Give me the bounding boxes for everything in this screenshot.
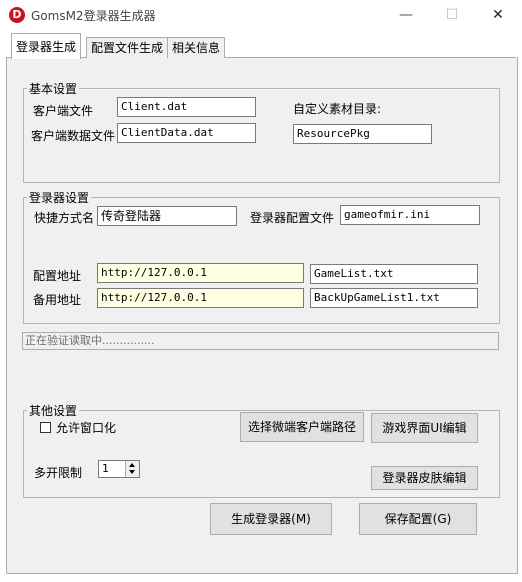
- allow-window-label: 允许窗口化: [56, 421, 117, 435]
- other-settings-legend: 其他设置: [29, 404, 78, 418]
- backup-address-input[interactable]: http://127.0.0.1: [97, 288, 304, 308]
- client-data-input[interactable]: ClientData.dat: [117, 123, 256, 143]
- tab-config-generate[interactable]: 配置文件生成: [86, 37, 169, 58]
- backup-address-label: 备用地址: [33, 293, 82, 307]
- allow-window-checkbox[interactable]: [40, 422, 51, 433]
- multi-open-value: 1: [102, 462, 109, 475]
- shortcut-name-input[interactable]: 传奇登陆器: [97, 206, 237, 226]
- minimize-button[interactable]: —: [383, 0, 429, 30]
- config-address-input[interactable]: http://127.0.0.1: [97, 263, 304, 283]
- stepper-arrows[interactable]: [125, 461, 139, 477]
- multi-open-label: 多开限制: [34, 466, 83, 480]
- launcher-config-label: 登录器配置文件: [250, 211, 335, 225]
- status-field: 正在验证读取中...............: [22, 332, 499, 350]
- tab-launcher-generate[interactable]: 登录器生成: [11, 33, 82, 59]
- custom-dir-label: 自定义素材目录:: [293, 102, 382, 116]
- client-file-input[interactable]: Client.dat: [117, 97, 256, 117]
- save-config-button[interactable]: 保存配置(G): [359, 503, 477, 535]
- close-button[interactable]: ✕: [475, 0, 521, 30]
- stepper-up-icon[interactable]: [129, 463, 135, 467]
- client-file-label: 客户端文件: [33, 104, 94, 118]
- launcher-settings-legend: 登录器设置: [29, 191, 90, 205]
- config-list-input[interactable]: GameList.txt: [310, 264, 478, 284]
- custom-dir-input[interactable]: ResourcePkg: [293, 124, 432, 144]
- tab-strip-border: [6, 57, 516, 58]
- game-ui-editor-button[interactable]: 游戏界面UI编辑: [371, 413, 478, 443]
- window-title: GomsM2登录器生成器: [31, 9, 156, 23]
- generate-launcher-button[interactable]: 生成登录器(M): [210, 503, 332, 535]
- app-icon: D: [9, 7, 25, 23]
- basic-settings-legend: 基本设置: [29, 82, 78, 96]
- config-address-label: 配置地址: [33, 269, 82, 283]
- backup-list-input[interactable]: BackUpGameList1.txt: [310, 288, 478, 308]
- stepper-down-icon[interactable]: [129, 470, 135, 474]
- client-data-label: 客户端数据文件: [31, 129, 116, 143]
- launcher-skin-editor-button[interactable]: 登录器皮肤编辑: [371, 466, 478, 490]
- tab-related-info[interactable]: 相关信息: [167, 37, 226, 58]
- select-client-path-button[interactable]: 选择微端客户端路径: [240, 412, 364, 442]
- shortcut-name-label: 快捷方式名: [34, 211, 95, 225]
- multi-open-stepper[interactable]: 1: [98, 460, 140, 478]
- launcher-config-input[interactable]: gameofmir.ini: [340, 205, 480, 225]
- maximize-button[interactable]: ☐: [429, 0, 475, 30]
